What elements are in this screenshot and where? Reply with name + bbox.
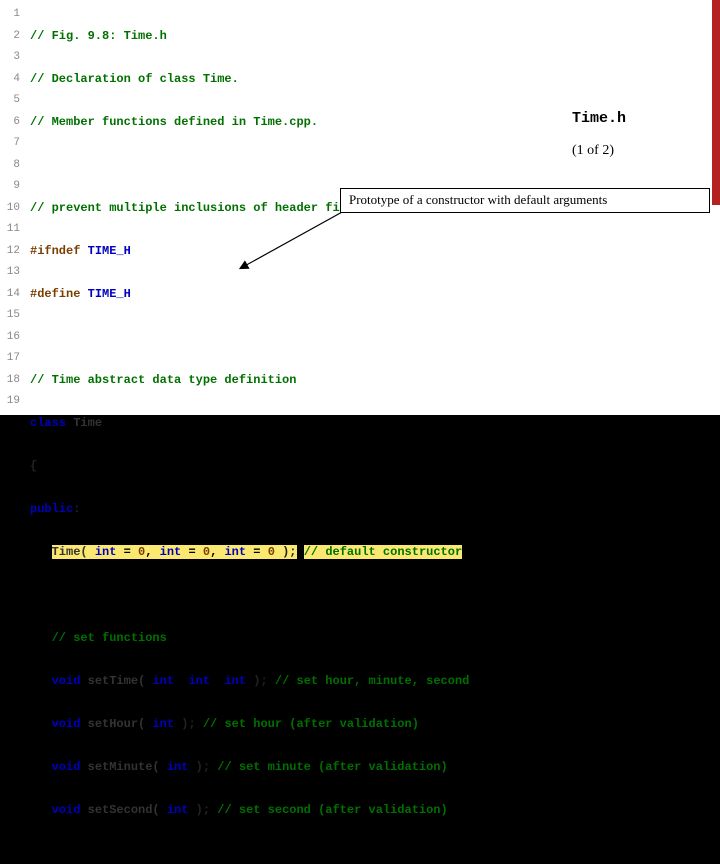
line-number: 17 bbox=[0, 348, 24, 370]
line-number: 7 bbox=[0, 133, 24, 155]
line-number: 16 bbox=[0, 327, 24, 349]
line-number: 6 bbox=[0, 112, 24, 134]
code-line bbox=[30, 327, 720, 349]
line-number: 19 bbox=[0, 391, 24, 413]
line-number: 11 bbox=[0, 219, 24, 241]
code-line: void setMinute( int ); // set minute (af… bbox=[30, 757, 720, 779]
code-line: void setTime( int, int, int ); // set ho… bbox=[30, 671, 720, 693]
line-number: 13 bbox=[0, 262, 24, 284]
slide-accent-bar bbox=[712, 0, 720, 205]
code-line: // Fig. 9.8: Time.h bbox=[30, 26, 720, 48]
code-line: public: bbox=[30, 499, 720, 521]
line-number: 3 bbox=[0, 47, 24, 69]
line-number: 2 bbox=[0, 26, 24, 48]
line-number: 10 bbox=[0, 198, 24, 220]
code-line: #ifndef TIME_H bbox=[30, 241, 720, 263]
line-number: 12 bbox=[0, 241, 24, 263]
code-line: class Time bbox=[30, 413, 720, 435]
line-number: 8 bbox=[0, 155, 24, 177]
line-number: 14 bbox=[0, 284, 24, 306]
code-line: void setSecond( int ); // set second (af… bbox=[30, 800, 720, 822]
code-line: // Declaration of class Time. bbox=[30, 69, 720, 91]
code-line bbox=[30, 585, 720, 607]
line-number: 5 bbox=[0, 90, 24, 112]
code-line: // set functions bbox=[30, 628, 720, 650]
line-number: 15 bbox=[0, 305, 24, 327]
code-line: { bbox=[30, 456, 720, 478]
line-number: 1 bbox=[0, 4, 24, 26]
code-line: // Time abstract data type definition bbox=[30, 370, 720, 392]
line-number: 4 bbox=[0, 69, 24, 91]
code-line: #define TIME_H bbox=[30, 284, 720, 306]
line-number: 18 bbox=[0, 370, 24, 392]
line-number: 9 bbox=[0, 176, 24, 198]
callout-text: Prototype of a constructor with default … bbox=[349, 192, 607, 207]
file-title-box: Time.h (1 of 2) bbox=[566, 106, 708, 167]
callout-box: Prototype of a constructor with default … bbox=[340, 188, 710, 213]
code-line: Time( int = 0, int = 0, int = 0 ); // de… bbox=[30, 542, 720, 564]
line-number-gutter: 1 2 3 4 5 6 7 8 9 10 11 12 13 14 15 16 1… bbox=[0, 0, 24, 415]
pager-label: (1 of 2) bbox=[572, 143, 702, 159]
code-line: void setHour( int ); // set hour (after … bbox=[30, 714, 720, 736]
file-name-label: Time.h bbox=[572, 110, 702, 127]
